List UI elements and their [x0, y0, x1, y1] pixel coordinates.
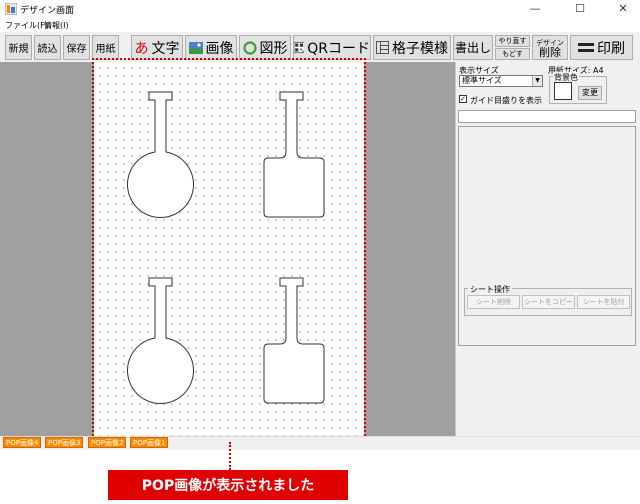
- image-button[interactable]: 画像: [185, 35, 237, 60]
- sheet-ops-label: シート操作: [468, 284, 512, 295]
- callout-text: POP画像が表示されました: [141, 478, 315, 494]
- menu-bar: ファイル(F) 情報(I): [0, 18, 640, 32]
- new-button[interactable]: 新規: [5, 35, 32, 60]
- guide-checkbox[interactable]: ✓: [459, 95, 467, 103]
- qr-icon: [294, 42, 305, 53]
- minimize-button[interactable]: —: [520, 0, 550, 18]
- paper-button[interactable]: 用紙: [92, 35, 119, 60]
- export-button[interactable]: 書出し: [453, 35, 493, 60]
- callout-banner: POP画像が表示されました: [108, 470, 348, 500]
- tab-pop-image-3[interactable]: POP画像3: [45, 437, 84, 448]
- image-icon: [188, 41, 203, 54]
- app-icon: [5, 3, 17, 15]
- grid-label: 格子模様: [392, 40, 448, 57]
- qr-button[interactable]: QRコード: [293, 35, 371, 60]
- bg-color-swatch[interactable]: [554, 82, 572, 100]
- close-button[interactable]: ✕: [608, 0, 638, 18]
- sheet-delete-button[interactable]: シート削除: [467, 295, 520, 309]
- paper-label: 用紙: [95, 44, 116, 55]
- guide-checkbox-label: ガイド目盛りを表示: [470, 96, 542, 105]
- display-size-value: 標準サイズ: [462, 76, 502, 85]
- shape-label: 図形: [259, 40, 288, 57]
- export-label: 書出し: [454, 41, 491, 55]
- chevron-down-icon: ▼: [532, 76, 542, 86]
- display-size-select[interactable]: 標準サイズ ▼: [459, 75, 543, 87]
- shape-circle-icon: [242, 40, 257, 55]
- title-bar: デザイン画面 — ☐ ✕: [0, 0, 640, 18]
- grid-button[interactable]: 格子模様: [373, 35, 451, 60]
- print-icon: [578, 43, 594, 52]
- grid-icon: [376, 41, 389, 54]
- image-label: 画像: [205, 40, 234, 57]
- tab-pop-image-2[interactable]: POP画像2: [88, 437, 127, 448]
- print-button[interactable]: 印刷: [570, 35, 633, 60]
- highlight-frame: [92, 58, 366, 440]
- qr-label: QRコード: [307, 40, 370, 57]
- menu-file[interactable]: ファイル(F): [5, 20, 48, 31]
- new-label: 新規: [8, 44, 29, 55]
- redo-label: やり直す: [498, 37, 527, 45]
- sheet-paste-button[interactable]: シートを貼付: [577, 295, 630, 309]
- tab-pop-image-1[interactable]: POP画像1: [130, 437, 169, 448]
- shape-button[interactable]: 図形: [239, 35, 291, 60]
- delete-design-button[interactable]: デザイン 削除: [532, 35, 568, 60]
- open-label: 読込: [37, 44, 58, 55]
- redo-button[interactable]: やり直す: [495, 35, 530, 47]
- save-button[interactable]: 保存: [63, 35, 90, 60]
- text-button[interactable]: あ 文字: [131, 35, 183, 60]
- delete-label: 削除: [539, 45, 561, 59]
- bg-change-button[interactable]: 変更: [578, 86, 602, 100]
- undo-label: もどす: [502, 50, 523, 58]
- save-label: 保存: [66, 44, 87, 55]
- menu-info[interactable]: 情報(I): [44, 20, 69, 31]
- sheet-copy-button[interactable]: シートをコピー: [522, 295, 575, 309]
- window-title: デザイン画面: [20, 6, 75, 16]
- text-label: 文字: [151, 40, 180, 57]
- callout-line: [229, 442, 231, 470]
- panel-strip: [458, 110, 636, 123]
- text-icon: あ: [134, 40, 149, 57]
- maximize-button[interactable]: ☐: [565, 0, 595, 18]
- tab-pop-image-4[interactable]: POP画像4: [3, 437, 42, 448]
- print-label: 印刷: [597, 40, 625, 57]
- open-button[interactable]: 読込: [34, 35, 61, 60]
- undo-button[interactable]: もどす: [495, 48, 530, 60]
